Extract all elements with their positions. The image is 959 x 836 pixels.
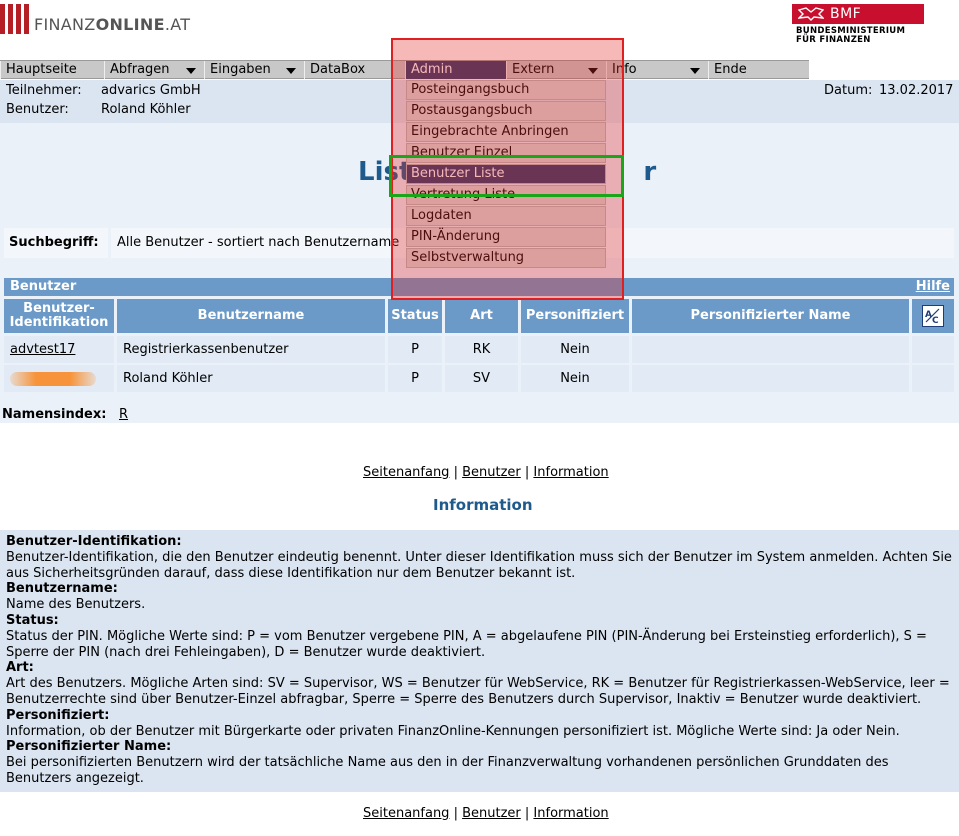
info-desc: Bei personifizierten Benutzern wird der … [6,755,889,786]
user-value: Roland Köhler [101,102,191,117]
nav-ende[interactable]: Ende [708,61,809,79]
column-header-user-id[interactable]: Benutzer-Identifikation [4,299,114,333]
link-benutzer[interactable]: Benutzer [462,806,521,821]
footer-nav-top: Seitenanfang | Benutzer | Information [363,465,609,480]
info-term: Benutzername: [6,581,118,597]
eagle-icon [798,7,824,21]
table-cell-empty [912,365,954,392]
link-seitenanfang[interactable]: Seitenanfang [363,465,449,480]
table-cell-personifizierter-name [632,336,909,363]
help-link[interactable]: Hilfe [916,279,950,294]
column-header-status[interactable]: Status [388,299,442,333]
table-cell-status: P [388,365,442,392]
table-cell-user-id-redacted[interactable] [4,365,114,392]
info-desc: Status der PIN. Mögliche Werte sind: P =… [6,628,927,660]
link-information[interactable]: Information [533,465,608,480]
table-cell-personifizierter-name [632,365,909,392]
chevron-down-icon [690,68,700,74]
svg-text:A: A [925,310,932,320]
nav-eingaben[interactable]: Eingaben [204,61,304,79]
svg-text:C: C [932,316,939,326]
table-cell-art: RK [445,336,518,363]
table-cell-username: Roland Köhler [117,365,385,392]
nav-databox[interactable]: DataBox [304,61,405,79]
column-header-username[interactable]: Benutzername [117,299,385,333]
table-cell-status: P [388,336,442,363]
nav-hauptseite[interactable]: Hauptseite [0,61,104,79]
table-title: Benutzer [10,279,77,294]
footer-nav-bottom: Seitenanfang | Benutzer | Information [363,806,609,821]
table-cell-user-id[interactable]: advtest17 [4,336,114,363]
redaction-blur [10,371,96,386]
link-information[interactable]: Information [533,806,608,821]
table-cell-username: Registrierkassenbenutzer [117,336,385,363]
finanzonline-logo-text: FINANZONLINE.AT [34,15,191,34]
table-cell-empty [912,336,954,363]
table-cell-personifiziert: Nein [521,365,629,392]
name-index-label: Namensindex: [2,407,107,422]
info-term: Personifizierter Name: [6,739,172,755]
bmf-logo: BMF [792,4,924,24]
abc-sort-icon[interactable]: A C [912,299,954,333]
link-seitenanfang[interactable]: Seitenanfang [363,806,449,821]
nav-abfragen[interactable]: Abfragen [104,61,204,79]
participant-label: Teilnehmer: [6,83,82,98]
information-heading: Information [433,496,533,514]
participant-value: advarics GmbH [101,83,201,98]
table-cell-personifiziert: Nein [521,336,629,363]
info-term: Benutzer-Identifikation: [6,534,182,549]
abc-sort-icon-graphic: A C [922,305,944,327]
date-value: 13.02.2017 [879,83,954,98]
info-desc: Benutzer-Identifikation, die den Benutze… [6,549,952,581]
name-index-letter-r[interactable]: R [119,407,128,422]
highlight-green-box [389,155,624,197]
info-desc: Information, ob der Benutzer mit Bürgerk… [6,723,900,739]
info-desc: Art des Benutzers. Mögliche Arten sind: … [6,676,950,707]
date-label: Datum: [824,83,873,98]
column-header-personifizierter-name[interactable]: Personifizierter Name [632,299,909,333]
bmf-subtitle: BUNDESMINISTERIUM FÜR FINANZEN [796,26,906,45]
user-label: Benutzer: [6,102,69,117]
info-term: Personifiziert: [6,707,110,723]
information-box: Benutzer-Identifikation: Benutzer-Identi… [0,530,959,792]
column-header-personifiziert[interactable]: Personifiziert [521,299,629,333]
table-cell-art: SV [445,365,518,392]
info-term: Art: [6,660,34,676]
info-desc: Name des Benutzers. [6,597,146,613]
chevron-down-icon [186,68,196,74]
finanzonline-logo-icon [0,4,30,34]
bmf-label: BMF [830,6,862,22]
info-term: Status: [6,612,59,628]
link-benutzer[interactable]: Benutzer [462,465,521,480]
chevron-down-icon [286,68,296,74]
search-label: Suchbegriff: [4,228,108,258]
column-header-art[interactable]: Art [445,299,518,333]
